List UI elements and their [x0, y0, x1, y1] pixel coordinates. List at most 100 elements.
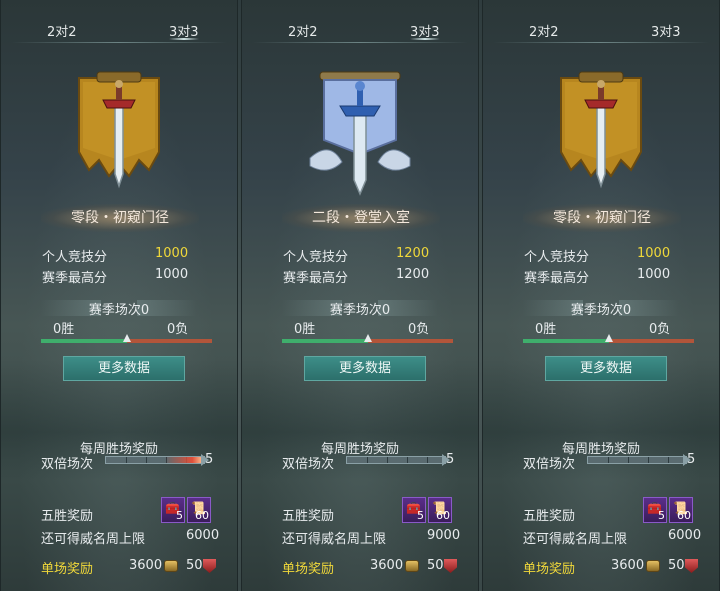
season-high-row: 赛季最高分 1000 — [483, 267, 719, 287]
personal-score-label: 个人竞技分 — [283, 250, 349, 265]
season-high-row: 赛季最高分 1000 — [1, 267, 237, 287]
wins-count: 0胜 — [294, 322, 316, 337]
more-data-button[interactable]: 更多数据 — [304, 356, 426, 381]
double-label: 双倍场次 — [523, 457, 576, 472]
double-count: 5 — [205, 452, 214, 467]
win-bar-fill — [523, 339, 609, 343]
season-high-label: 赛季最高分 — [42, 271, 108, 286]
single-fame-value: 50 — [186, 558, 203, 573]
season-high-row: 赛季最高分 1200 — [242, 267, 478, 287]
losses-count: 0负 — [167, 322, 189, 337]
season-high-value: 1200 — [396, 267, 430, 282]
personal-score-label: 个人竞技分 — [42, 250, 108, 265]
fame-shield-icon — [203, 559, 216, 573]
tab-3v3[interactable]: 3对3 — [410, 21, 440, 40]
progress-glow — [164, 457, 204, 463]
rank-name: 零段・初窥门径 — [41, 204, 199, 232]
win-loss-bar — [282, 334, 453, 343]
season-high-label: 赛季最高分 — [524, 271, 590, 286]
tab-divider — [493, 42, 709, 43]
item-count: 5 — [417, 509, 424, 522]
arena-panel-3: 2对2 3对3 零段・初窥门径 个人竞技分 1000 赛季最高分 1000 赛季… — [482, 0, 720, 591]
rank-emblem — [242, 70, 478, 196]
single-reward-label: 单场奖励 — [523, 562, 576, 577]
single-gold-value: 3600 — [370, 558, 404, 573]
arena-panel-1: 2对2 3对3 零段・初窥门径 个人竞技分 1000 赛季最高分 1000 赛季… — [0, 0, 238, 591]
single-gold-value: 3600 — [611, 558, 645, 573]
tab-divider — [11, 42, 227, 43]
item-count: 60 — [677, 509, 691, 522]
personal-score-value: 1000 — [637, 246, 671, 261]
personal-score-row: 个人竞技分 1000 — [483, 246, 719, 266]
tab-divider — [252, 42, 468, 43]
item-count: 60 — [436, 509, 450, 522]
win-ratio-marker — [363, 334, 372, 342]
mode-tabs: 2对2 3对3 — [242, 0, 478, 44]
win-bar-fill — [41, 339, 127, 343]
losses-count: 0负 — [408, 322, 430, 337]
win-loss-bar — [523, 334, 694, 343]
personal-score-value: 1000 — [155, 246, 189, 261]
season-matches: 赛季场次0 — [329, 303, 391, 318]
reward-item-scroll[interactable]: 📜 60 — [669, 497, 693, 523]
fame-cap-label: 还可得威名周上限 — [41, 532, 146, 547]
double-progress-bar — [587, 456, 687, 464]
single-fame-value: 50 — [668, 558, 685, 573]
five-win-label: 五胜奖励 — [41, 509, 94, 524]
season-matches: 赛季场次0 — [88, 303, 150, 318]
wins-count: 0胜 — [535, 322, 557, 337]
item-count: 60 — [195, 509, 209, 522]
item-count: 5 — [176, 509, 183, 522]
reward-item-chest[interactable]: 🧰 5 — [643, 497, 667, 523]
gold-coin-icon — [646, 560, 660, 572]
five-win-label: 五胜奖励 — [523, 509, 576, 524]
double-count: 5 — [687, 452, 696, 467]
rank-name: 二段・登堂入室 — [282, 204, 440, 232]
personal-score-label: 个人竞技分 — [524, 250, 590, 265]
reward-item-chest[interactable]: 🧰 5 — [402, 497, 426, 523]
tab-2v2[interactable]: 2对2 — [288, 21, 318, 40]
win-loss-bar — [41, 334, 212, 343]
single-reward-label: 单场奖励 — [282, 562, 335, 577]
double-progress-bar — [105, 456, 205, 464]
tab-2v2[interactable]: 2对2 — [47, 21, 77, 40]
season-high-value: 1000 — [637, 267, 671, 282]
single-reward-label: 单场奖励 — [41, 562, 94, 577]
rank-emblem — [483, 70, 719, 190]
more-data-button[interactable]: 更多数据 — [545, 356, 667, 381]
tab-2v2[interactable]: 2对2 — [529, 21, 559, 40]
double-progress-bar — [346, 456, 446, 464]
fame-shield-icon — [444, 559, 457, 573]
rank-name: 零段・初窥门径 — [523, 204, 681, 232]
tab-3v3[interactable]: 3对3 — [651, 21, 681, 40]
gold-coin-icon — [164, 560, 178, 572]
more-data-button[interactable]: 更多数据 — [63, 356, 185, 381]
personal-score-row: 个人竞技分 1200 — [242, 246, 478, 266]
win-bar-fill — [282, 339, 368, 343]
win-ratio-marker — [604, 334, 613, 342]
fame-cap-value: 6000 — [186, 528, 220, 543]
fame-cap-value: 9000 — [427, 528, 461, 543]
reward-item-chest[interactable]: 🧰 5 — [161, 497, 185, 523]
double-count: 5 — [446, 452, 455, 467]
win-ratio-marker — [122, 334, 131, 342]
season-high-label: 赛季最高分 — [283, 271, 349, 286]
item-count: 5 — [658, 509, 665, 522]
fame-cap-label: 还可得威名周上限 — [282, 532, 387, 547]
rank-emblem — [1, 70, 237, 190]
gold-coin-icon — [405, 560, 419, 572]
wins-count: 0胜 — [53, 322, 75, 337]
personal-score-value: 1200 — [396, 246, 430, 261]
season-high-value: 1000 — [155, 267, 189, 282]
tab-3v3[interactable]: 3对3 — [169, 21, 199, 40]
single-gold-value: 3600 — [129, 558, 163, 573]
double-label: 双倍场次 — [282, 457, 335, 472]
arena-panel-2: 2对2 3对3 二段・登堂入室 个人竞技分 1200 赛季最高分 1200 赛季… — [241, 0, 479, 591]
personal-score-row: 个人竞技分 1000 — [1, 246, 237, 266]
reward-item-scroll[interactable]: 📜 60 — [187, 497, 211, 523]
five-win-label: 五胜奖励 — [282, 509, 335, 524]
fame-cap-label: 还可得威名周上限 — [523, 532, 628, 547]
single-fame-value: 50 — [427, 558, 444, 573]
season-matches: 赛季场次0 — [570, 303, 632, 318]
reward-item-scroll[interactable]: 📜 60 — [428, 497, 452, 523]
